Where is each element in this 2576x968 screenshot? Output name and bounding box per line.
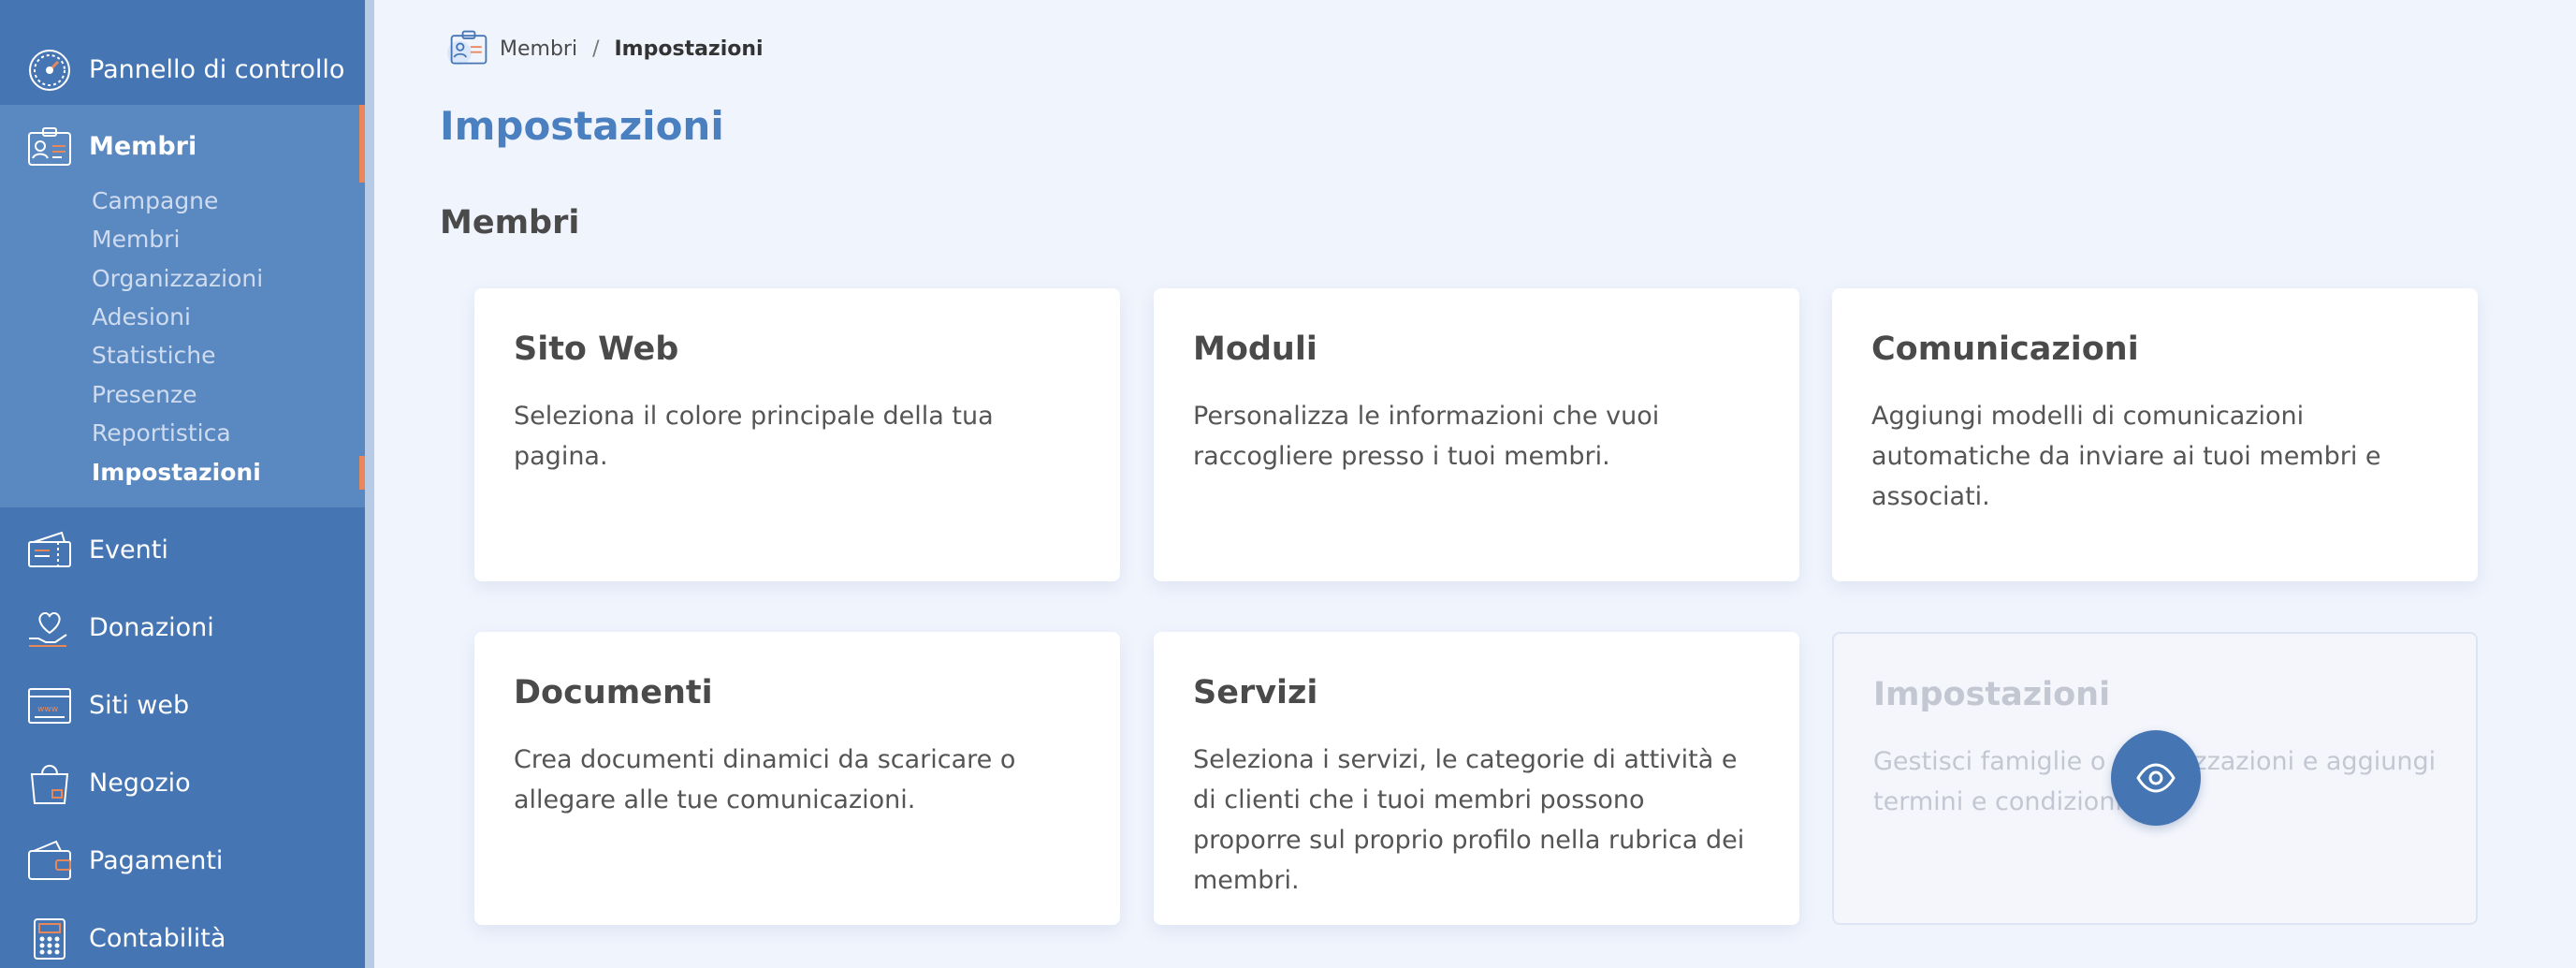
shopping-bag-icon: [30, 764, 69, 804]
subnav-campaigns[interactable]: Campagne: [92, 187, 218, 214]
card-forms[interactable]: Moduli Personalizza le informazioni che …: [1154, 288, 1799, 581]
subnav-members[interactable]: Membri: [92, 226, 180, 253]
calculator-icon: [34, 917, 65, 960]
sidebar-item-members[interactable]: Membri: [0, 108, 365, 185]
sidebar-item-dashboard[interactable]: Pannello di controllo: [0, 31, 365, 109]
gauge-icon: [29, 49, 70, 91]
sidebar-item-label: Donazioni: [89, 613, 214, 642]
subnav-settings[interactable]: Impostazioni: [92, 459, 261, 486]
card-description: Personalizza le informazioni che vuoi ra…: [1193, 402, 1660, 471]
page-title: Impostazioni: [440, 103, 724, 149]
sidebar-item-shop[interactable]: Negozio: [0, 744, 365, 822]
card-documents[interactable]: Documenti Crea documenti dinamici da sca…: [474, 632, 1120, 925]
browser-window-icon: www: [28, 687, 71, 724]
sidebar-item-payments[interactable]: Pagamenti: [0, 822, 365, 900]
card-title: Sito Web: [514, 330, 679, 368]
sidebar-item-label: Pannello di controllo: [89, 55, 345, 84]
sidebar-item-label: Membri: [89, 132, 197, 161]
sidebar-item-label: Siti web: [89, 691, 190, 720]
member-card-icon: [28, 126, 71, 166]
card-title: Documenti: [514, 674, 713, 711]
ticket-icon: [28, 531, 71, 567]
sidebar-item-events[interactable]: Eventi: [0, 511, 365, 589]
card-title: Comunicazioni: [1871, 330, 2139, 368]
subnav-reports[interactable]: Reportistica: [92, 419, 231, 447]
breadcrumb-separator: /: [592, 37, 600, 61]
sidebar-item-label: Negozio: [89, 769, 191, 798]
card-description: Crea documenti dinamici da scaricare o a…: [514, 745, 1016, 814]
breadcrumb-parent[interactable]: Membri: [500, 37, 577, 61]
breadcrumb-current: Impostazioni: [614, 37, 764, 61]
card-description: Aggiungi modelli di comunicazioni automa…: [1871, 402, 2381, 511]
heart-hand-icon: [29, 611, 67, 647]
card-description: Seleziona i servizi, le categorie di att…: [1193, 745, 1745, 895]
sidebar-item-donations[interactable]: Donazioni: [0, 589, 365, 667]
sidebar-item-accounting[interactable]: Contabilità: [0, 900, 365, 968]
sidebar-border: [365, 0, 374, 968]
subnav-memberships[interactable]: Adesioni: [92, 303, 191, 330]
sidebar-item-label: Pagamenti: [89, 846, 224, 875]
card-title: Moduli: [1193, 330, 1317, 368]
eye-icon: [2136, 763, 2176, 793]
sidebar-item-label: Contabilità: [89, 924, 226, 953]
sidebar-item-websites[interactable]: www Siti web: [0, 667, 365, 744]
sidebar: Pannello di controllo Membri Campagne Me…: [0, 0, 365, 968]
card-communications[interactable]: Comunicazioni Aggiungi modelli di comuni…: [1832, 288, 2478, 581]
card-services[interactable]: Servizi Seleziona i servizi, le categori…: [1154, 632, 1799, 925]
card-title: Servizi: [1193, 674, 1318, 711]
svg-text:www: www: [37, 705, 58, 714]
card-description: Seleziona il colore principale della tua…: [514, 402, 994, 471]
card-website[interactable]: Sito Web Seleziona il colore principale …: [474, 288, 1120, 581]
section-title: Membri: [440, 204, 580, 242]
member-card-icon[interactable]: [447, 27, 490, 70]
preview-button[interactable]: [2111, 730, 2201, 826]
subnav-organizations[interactable]: Organizzazioni: [92, 265, 263, 292]
wallet-icon: [28, 840, 71, 880]
subnav-attendance[interactable]: Presenze: [92, 381, 197, 408]
sidebar-item-label: Eventi: [89, 535, 168, 565]
subnav-statistics[interactable]: Statistiche: [92, 342, 215, 369]
card-title: Impostazioni: [1873, 676, 2111, 713]
breadcrumb: Membri / Impostazioni: [447, 26, 764, 71]
